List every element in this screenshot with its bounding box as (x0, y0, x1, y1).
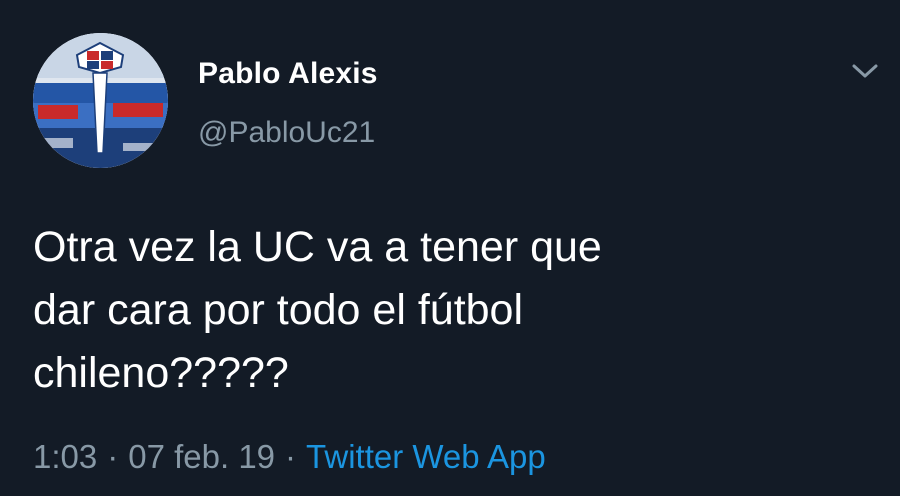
tweet-text: Otra vez la UC va a tener que dar cara p… (33, 223, 602, 397)
avatar[interactable] (33, 33, 168, 168)
tweet-source-link[interactable]: Twitter Web App (306, 438, 546, 475)
tweet-metadata: 1:03 · 07 feb. 19 · Twitter Web App (33, 438, 546, 476)
display-name[interactable]: Pablo Alexis (198, 57, 378, 91)
tweet-time[interactable]: 1:03 (33, 438, 97, 475)
chevron-down-icon (852, 64, 878, 78)
separator: · (107, 438, 119, 475)
separator: · (285, 438, 297, 475)
user-handle[interactable]: @PabloUc21 (198, 116, 375, 150)
tweet-date[interactable]: 07 feb. 19 (128, 438, 275, 475)
tweet-menu-button[interactable] (848, 58, 882, 84)
avatar-image (33, 33, 168, 168)
tweet-card: Pablo Alexis @PabloUc21 Otra vez la UC v… (0, 0, 900, 496)
